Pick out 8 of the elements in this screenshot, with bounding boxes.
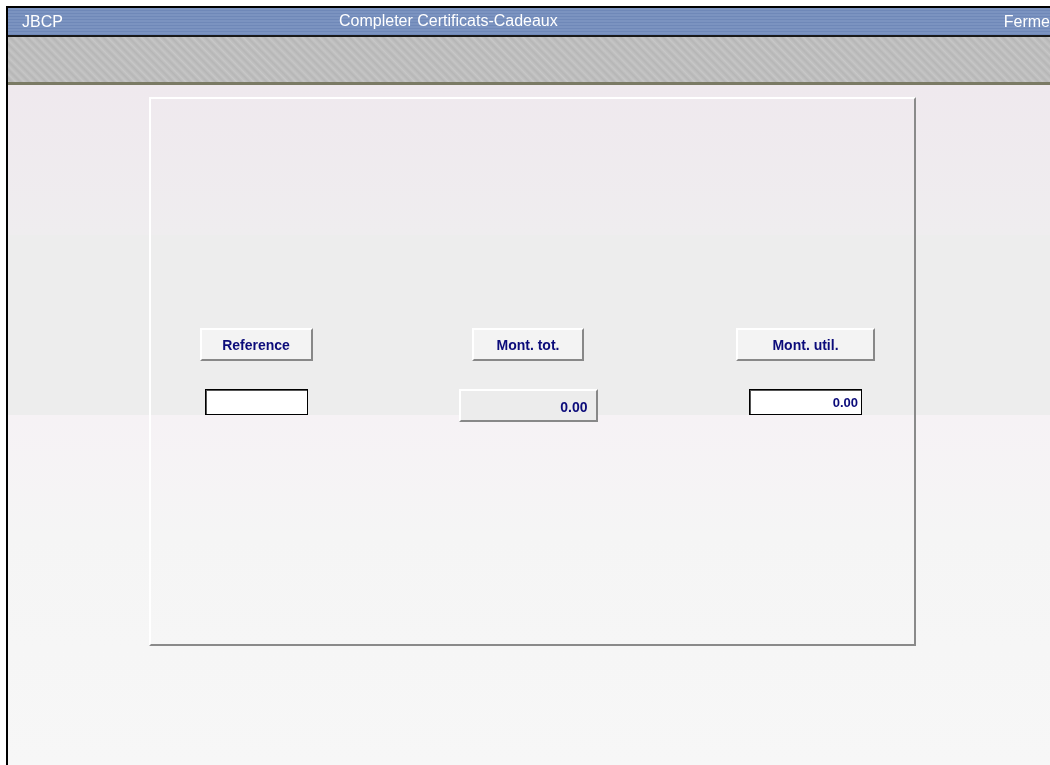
column-header-button[interactable]: Mont. util. — [736, 328, 875, 361]
input-field[interactable]: 0.00 — [749, 389, 862, 415]
total-display: 0.00 — [458, 389, 598, 422]
column-header-button[interactable]: Mont. tot. — [472, 328, 584, 361]
input-field[interactable] — [204, 389, 308, 415]
window-title: Completer Certificats-Cadeaux — [339, 12, 558, 30]
column-header-button[interactable]: Reference — [199, 328, 313, 361]
app-name: JBCP — [22, 12, 63, 31]
